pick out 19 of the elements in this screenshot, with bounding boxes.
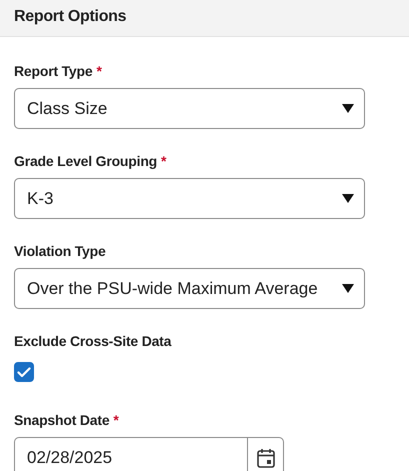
dropdown-field[interactable]: Over the PSU-wide Maximum Average [14, 268, 365, 309]
caret-icon [342, 104, 354, 113]
field-label: Report Type [14, 62, 92, 81]
date-field[interactable]: 02/28/2025 [14, 437, 247, 471]
calendar-icon [256, 448, 274, 468]
required-mark: * [96, 62, 102, 81]
required-mark: * [161, 152, 166, 171]
panel-title: Report Options [14, 8, 126, 25]
checkbox[interactable] [14, 362, 34, 382]
field-label: Snapshot Date [14, 411, 110, 430]
caret-icon [342, 194, 354, 203]
caret-icon [342, 284, 354, 293]
required-mark: * [113, 411, 119, 430]
dropdown-field[interactable]: Class Size [14, 88, 365, 129]
dropdown-field[interactable]: K-3 [14, 178, 365, 219]
field-label: Grade Level Grouping [14, 152, 158, 171]
field-label: Violation Type [14, 242, 106, 261]
field-label: Exclude Cross-Site Data [14, 332, 172, 351]
calendar-button[interactable] [247, 437, 284, 471]
